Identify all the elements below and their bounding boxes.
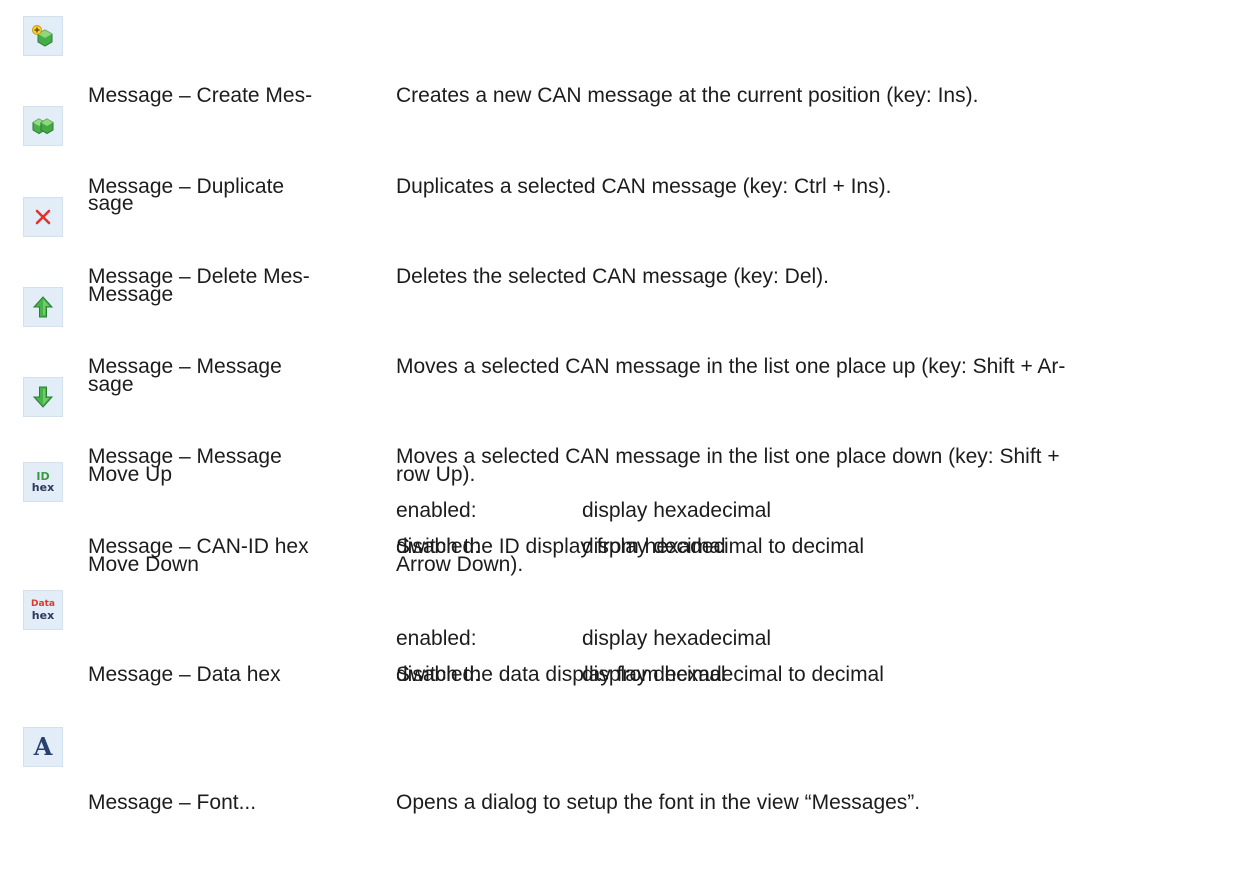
can-id-hex-options: enabled: display hexadecimal disabled: d… bbox=[396, 493, 1242, 565]
data-hex-icon-bottom: hex bbox=[31, 609, 55, 622]
arrow-down-icon bbox=[23, 377, 63, 417]
arrow-up-icon bbox=[23, 287, 63, 327]
delete-message-icon bbox=[23, 197, 63, 237]
id-hex-icon: ID hex bbox=[23, 462, 63, 502]
option-key: disabled: bbox=[396, 663, 481, 686]
font-icon: A bbox=[23, 727, 63, 767]
option-row: enabled: display hexadecimal bbox=[396, 621, 1242, 657]
option-value: display decimal bbox=[582, 663, 726, 686]
option-row: enabled: display hexadecimal bbox=[396, 493, 1242, 529]
option-value: display decimal bbox=[582, 535, 726, 558]
id-hex-icon-bottom: hex bbox=[31, 481, 55, 494]
font-icon-glyph: A bbox=[33, 732, 53, 761]
option-value: display hexadecimal bbox=[582, 499, 772, 522]
option-key: enabled: bbox=[396, 627, 477, 650]
duplicate-message-icon bbox=[23, 106, 63, 146]
message-font-description: Opens a dialog to setup the font in the … bbox=[396, 791, 921, 814]
option-row: disabled: display decimal bbox=[396, 529, 1242, 565]
message-font-label: Message – Font... bbox=[88, 791, 257, 814]
option-row: disabled: display decimal bbox=[396, 657, 1242, 693]
option-key: enabled: bbox=[396, 499, 477, 522]
create-message-icon bbox=[23, 16, 63, 56]
option-key: disabled: bbox=[396, 535, 481, 558]
option-value: display hexadecimal bbox=[582, 627, 772, 650]
data-hex-icon: Data hex bbox=[23, 590, 63, 630]
data-hex-options: enabled: display hexadecimal disabled: d… bbox=[396, 621, 1242, 693]
